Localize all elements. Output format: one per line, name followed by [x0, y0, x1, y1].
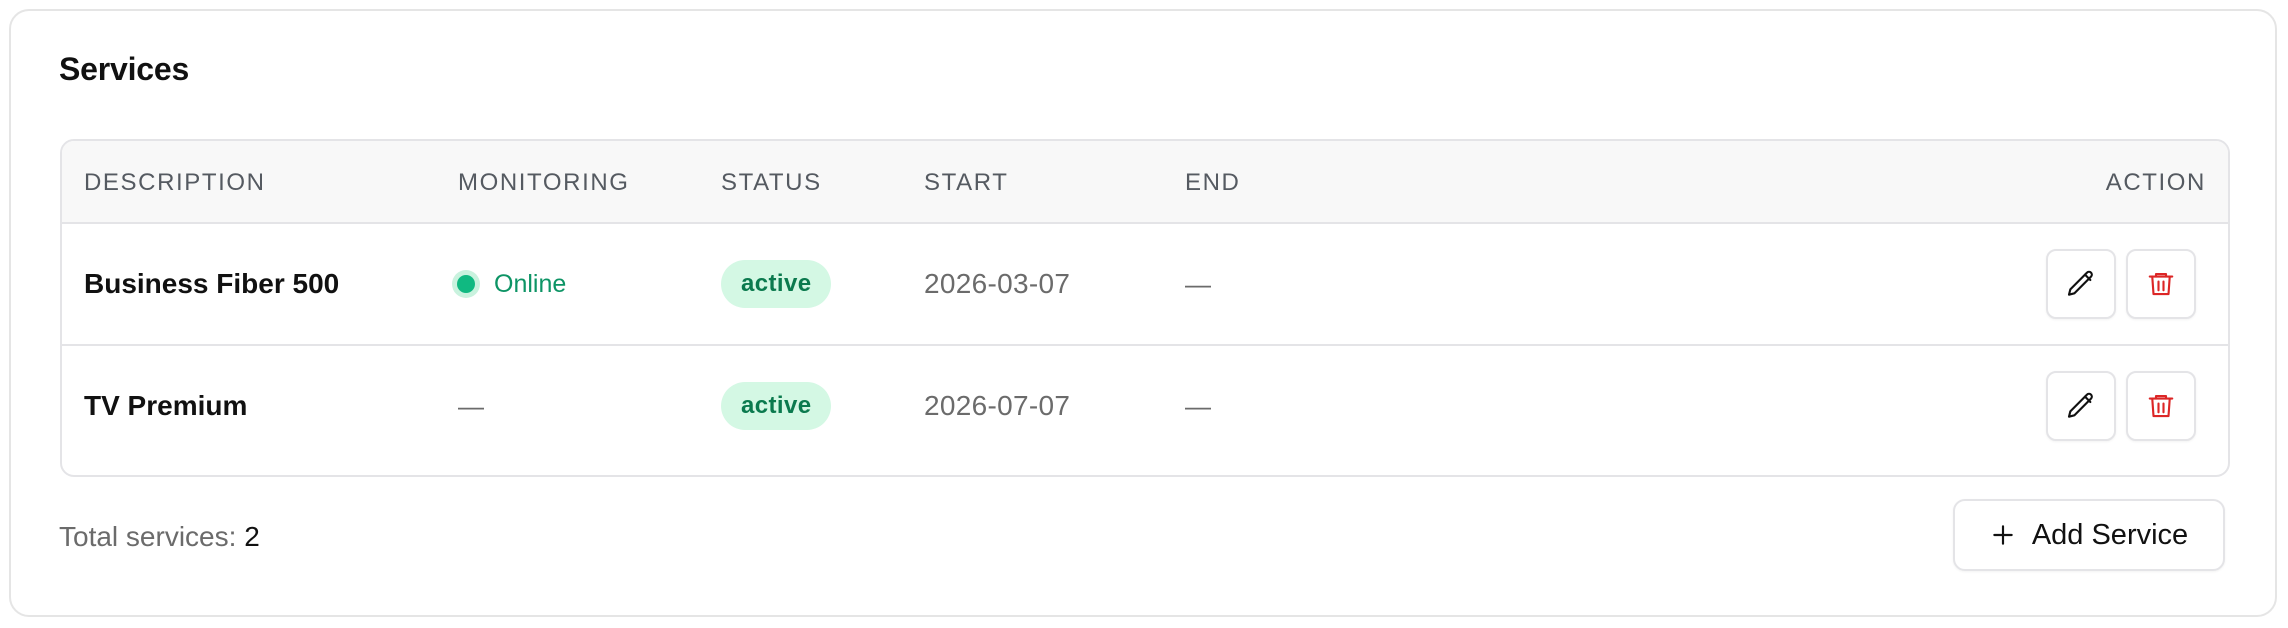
online-indicator-icon: [452, 270, 480, 298]
delete-button[interactable]: [2126, 371, 2196, 441]
status-badge: active: [721, 382, 832, 430]
total-services-count: 2: [244, 521, 260, 552]
row-actions: [2046, 346, 2196, 466]
service-description: Business Fiber 500: [84, 268, 340, 299]
services-table: DESCRIPTION MONITORING STATUS START END …: [60, 139, 2230, 477]
status-badge: active: [721, 260, 832, 308]
service-description: TV Premium: [84, 390, 248, 421]
total-services: Total services: 2: [59, 521, 260, 553]
table-row: Business Fiber 500 Online active 2026-03…: [62, 224, 2228, 346]
add-service-button[interactable]: Add Service: [1953, 499, 2225, 571]
plus-icon: [1990, 522, 2016, 548]
start-date: 2026-03-07: [924, 268, 1071, 299]
edit-button[interactable]: [2046, 371, 2116, 441]
column-header-status: STATUS: [721, 169, 822, 196]
card-title: Services: [59, 51, 190, 87]
column-header-monitoring: MONITORING: [458, 169, 630, 196]
monitoring-status: Online: [452, 270, 566, 299]
end-date: —: [1185, 390, 1211, 421]
services-card: Services DESCRIPTION MONITORING STATUS S…: [9, 9, 2277, 617]
edit-button[interactable]: [2046, 249, 2116, 319]
column-header-description: DESCRIPTION: [84, 169, 266, 196]
monitoring-label: Online: [494, 269, 567, 298]
end-date: —: [1185, 268, 1211, 299]
monitoring-status: —: [458, 390, 484, 421]
pencil-icon: [2067, 392, 2093, 418]
row-actions: [2046, 224, 2196, 344]
trash-icon: [2148, 272, 2174, 296]
start-date: 2026-07-07: [924, 390, 1071, 421]
table-row: TV Premium — active 2026-07-07 —: [62, 346, 2228, 466]
total-services-label: Total services:: [59, 521, 237, 552]
pencil-icon: [2067, 270, 2093, 296]
table-header: DESCRIPTION MONITORING STATUS START END …: [62, 141, 2228, 224]
delete-button[interactable]: [2126, 249, 2196, 319]
column-header-action: ACTION: [2105, 169, 2206, 196]
column-header-start: START: [924, 169, 1009, 196]
column-header-end: END: [1185, 169, 1241, 196]
trash-icon: [2148, 394, 2174, 418]
add-service-label: Add Service: [2031, 518, 2189, 551]
